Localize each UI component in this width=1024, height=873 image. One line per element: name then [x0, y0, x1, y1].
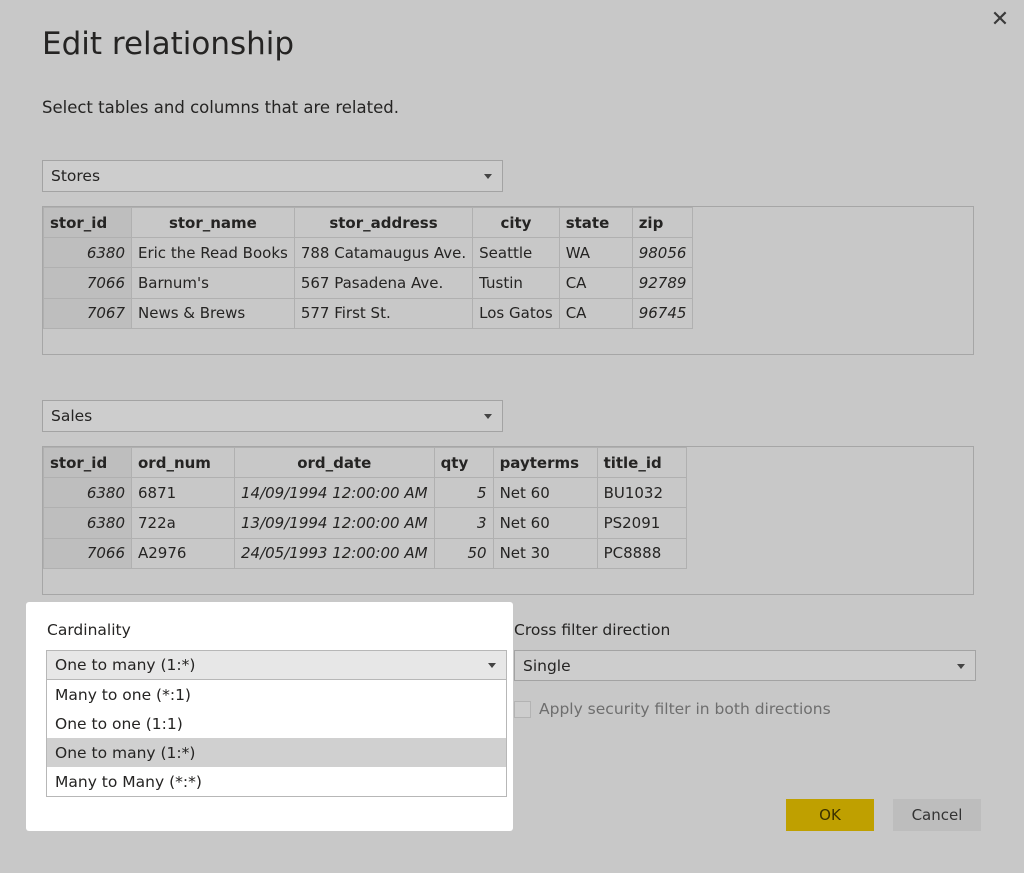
column-header[interactable]: stor_id	[43, 446, 132, 479]
column-header[interactable]: stor_address	[293, 206, 474, 239]
table-cell: 50	[433, 537, 494, 569]
column-header[interactable]: zip	[631, 206, 694, 239]
column-header[interactable]: stor_id	[43, 206, 132, 239]
table2-grid: stor_id ord_num ord_date qty payterms ti…	[43, 446, 687, 569]
cardinality-popup: Cardinality One to many (1:*) Many to on…	[26, 602, 513, 831]
cross-filter-select[interactable]: Single	[514, 650, 976, 681]
table-cell: CA	[558, 267, 633, 299]
table1-select-value: Stores	[51, 167, 101, 185]
table-row: 6380 722a 13/09/1994 12:00:00 AM 3 Net 6…	[43, 507, 687, 539]
chevron-down-icon	[484, 174, 492, 179]
security-filter-checkbox[interactable]	[514, 701, 531, 718]
table-cell: 788 Catamaugus Ave.	[293, 237, 474, 269]
table-cell: 3	[433, 507, 494, 539]
table-cell: 6380	[43, 477, 132, 509]
cardinality-select-value: One to many (1:*)	[55, 656, 196, 674]
table-cell: 92789	[631, 267, 694, 299]
column-header[interactable]: ord_num	[131, 446, 235, 479]
table-cell: Seattle	[472, 237, 560, 269]
table1-select[interactable]: Stores	[42, 160, 503, 192]
cardinality-option-many-to-one[interactable]: Many to one (*:1)	[47, 680, 506, 709]
chevron-down-icon	[488, 663, 496, 668]
table-cell: Net 60	[492, 507, 598, 539]
table-row: 6380 Eric the Read Books 788 Catamaugus …	[43, 237, 694, 269]
table-cell: A2976	[131, 537, 235, 569]
table-cell: 7067	[43, 297, 132, 329]
column-header[interactable]: city	[472, 206, 560, 239]
table-cell: 6380	[43, 237, 132, 269]
table-cell: 24/05/1993 12:00:00 AM	[234, 537, 435, 569]
table-cell: Net 60	[492, 477, 598, 509]
table-cell: Eric the Read Books	[131, 237, 295, 269]
table2-preview: stor_id ord_num ord_date qty payterms ti…	[42, 446, 974, 595]
cardinality-option-many-to-many[interactable]: Many to Many (*:*)	[47, 767, 506, 796]
table-cell: 98056	[631, 237, 694, 269]
table-header-row: stor_id ord_num ord_date qty payterms ti…	[43, 446, 687, 479]
cancel-button[interactable]: Cancel	[893, 799, 981, 831]
table-cell: Tustin	[472, 267, 560, 299]
cardinality-option-one-to-one[interactable]: One to one (1:1)	[47, 709, 506, 738]
table-cell: Net 30	[492, 537, 598, 569]
edit-relationship-dialog: ✕ Edit relationship Select tables and co…	[0, 0, 1024, 873]
table-cell: PC8888	[596, 537, 687, 569]
table-cell: 6380	[43, 507, 132, 539]
cardinality-option-one-to-many[interactable]: One to many (1:*)	[47, 738, 506, 767]
dialog-title: Edit relationship	[42, 26, 295, 62]
table-cell: 567 Pasadena Ave.	[293, 267, 474, 299]
table-header-row: stor_id stor_name stor_address city stat…	[43, 206, 694, 239]
column-header[interactable]: qty	[433, 446, 494, 479]
table-cell: Barnum's	[131, 267, 295, 299]
cardinality-select[interactable]: One to many (1:*)	[46, 650, 507, 680]
table-cell: 577 First St.	[293, 297, 474, 329]
column-header[interactable]: payterms	[492, 446, 598, 479]
column-header[interactable]: title_id	[596, 446, 687, 479]
table-row: 7067 News & Brews 577 First St. Los Gato…	[43, 297, 694, 329]
table2-select[interactable]: Sales	[42, 400, 503, 432]
ok-button[interactable]: OK	[786, 799, 874, 831]
table-row: 7066 A2976 24/05/1993 12:00:00 AM 50 Net…	[43, 537, 687, 569]
cardinality-label: Cardinality	[47, 621, 131, 639]
table-cell: 6871	[131, 477, 235, 509]
table1-grid: stor_id stor_name stor_address city stat…	[43, 206, 694, 329]
table2-select-value: Sales	[51, 407, 93, 425]
table-row: 7066 Barnum's 567 Pasadena Ave. Tustin C…	[43, 267, 694, 299]
chevron-down-icon	[957, 664, 965, 669]
table-cell: 7066	[43, 267, 132, 299]
table-cell: 722a	[131, 507, 235, 539]
table-row: 6380 6871 14/09/1994 12:00:00 AM 5 Net 6…	[43, 477, 687, 509]
table-cell: WA	[558, 237, 633, 269]
table-cell: 96745	[631, 297, 694, 329]
table-cell: 5	[433, 477, 494, 509]
table-cell: PS2091	[596, 507, 687, 539]
security-filter-label: Apply security filter in both directions	[539, 700, 831, 718]
column-header[interactable]: stor_name	[131, 206, 295, 239]
cardinality-options-list: Many to one (*:1) One to one (1:1) One t…	[46, 680, 507, 797]
dialog-subtitle: Select tables and columns that are relat…	[42, 98, 399, 117]
table-cell: CA	[558, 297, 633, 329]
table-cell: BU1032	[596, 477, 687, 509]
table-cell: 13/09/1994 12:00:00 AM	[234, 507, 435, 539]
chevron-down-icon	[484, 414, 492, 419]
table-cell: 14/09/1994 12:00:00 AM	[234, 477, 435, 509]
cross-filter-select-value: Single	[523, 656, 571, 675]
column-header[interactable]: ord_date	[234, 446, 435, 479]
cross-filter-label: Cross filter direction	[514, 621, 671, 639]
table1-preview: stor_id stor_name stor_address city stat…	[42, 206, 974, 355]
table-cell: Los Gatos	[472, 297, 560, 329]
table-cell: 7066	[43, 537, 132, 569]
close-icon[interactable]: ✕	[988, 8, 1012, 32]
column-header[interactable]: state	[558, 206, 633, 239]
table-cell: News & Brews	[131, 297, 295, 329]
